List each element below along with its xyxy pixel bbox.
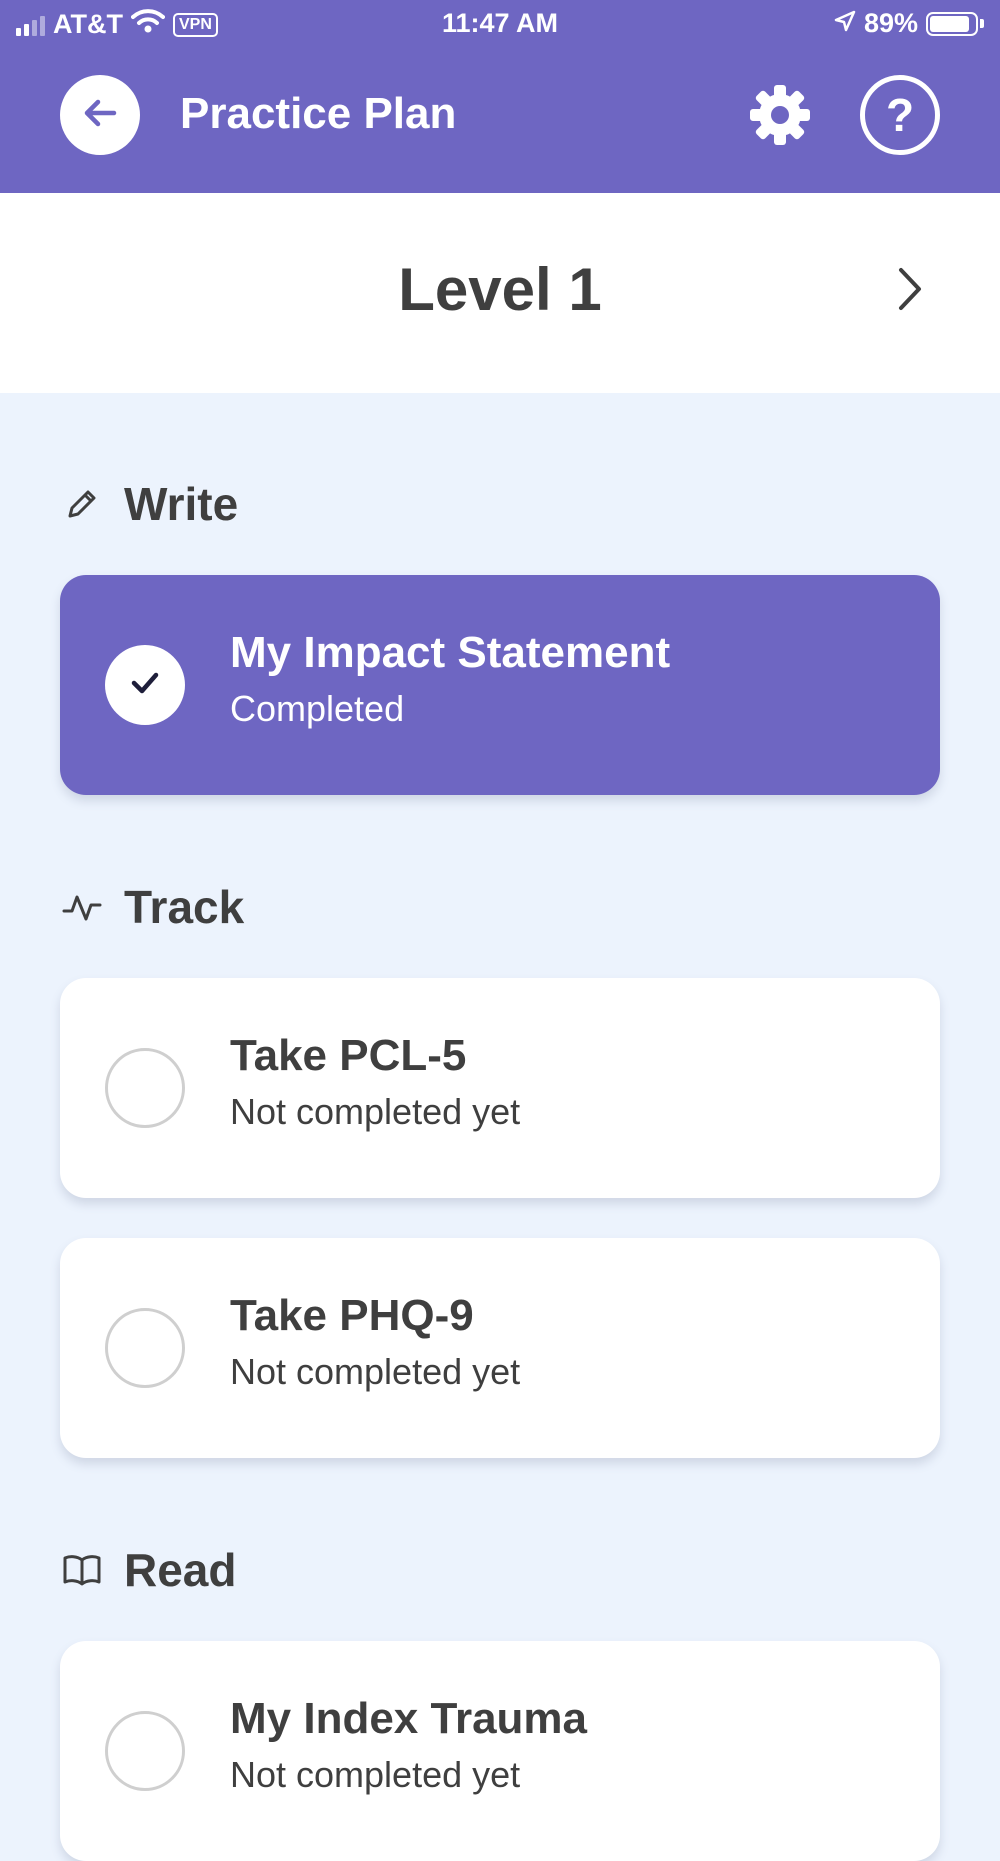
incomplete-circle xyxy=(105,1711,185,1791)
back-button[interactable] xyxy=(60,75,140,155)
task-card-take-pcl-5[interactable]: Take PCL-5 Not completed yet xyxy=(60,978,940,1198)
task-title: My Impact Statement xyxy=(230,628,671,677)
completed-check xyxy=(105,645,185,725)
section-title-track: Track xyxy=(124,881,245,933)
task-title: Take PHQ-9 xyxy=(230,1291,474,1340)
arrow-left-icon xyxy=(78,91,122,140)
checkmark-icon xyxy=(128,666,162,705)
task-status: Completed xyxy=(230,688,405,729)
task-card-take-phq-9[interactable]: Take PHQ-9 Not completed yet xyxy=(60,1238,940,1458)
task-card-my-impact-statement[interactable]: My Impact Statement Completed xyxy=(60,575,940,795)
section-read: Read xyxy=(62,1540,236,1600)
task-status: Not completed yet xyxy=(230,1351,521,1392)
task-card-my-index-trauma[interactable]: My Index Trauma Not completed yet xyxy=(60,1641,940,1861)
section-title-write: Write xyxy=(124,478,239,530)
level-selector: Level 1 xyxy=(0,193,1000,393)
help-button[interactable]: ? xyxy=(860,75,940,155)
book-icon xyxy=(62,1550,102,1590)
task-title: Take PCL-5 xyxy=(230,1031,467,1080)
location-arrow-icon xyxy=(834,8,856,39)
gear-icon xyxy=(747,82,813,153)
task-title: My Index Trauma xyxy=(230,1694,588,1743)
settings-button[interactable] xyxy=(746,83,814,151)
app-header: AT&T VPN 11:47 AM 89% Practice Plan ? xyxy=(0,0,1000,193)
status-right: 89% xyxy=(834,8,984,39)
battery-percent: 89% xyxy=(863,8,918,38)
help-icon: ? xyxy=(885,89,915,141)
level-title: Level 1 xyxy=(398,256,602,323)
pulse-icon xyxy=(62,887,102,927)
section-track: Track xyxy=(62,877,244,937)
section-title-read: Read xyxy=(124,1544,237,1596)
pencil-icon xyxy=(62,484,102,524)
page-title: Practice Plan xyxy=(180,89,457,138)
chevron-right-icon xyxy=(896,266,924,317)
task-status: Not completed yet xyxy=(230,1754,521,1795)
status-bar: AT&T VPN 11:47 AM 89% xyxy=(0,0,1000,50)
incomplete-circle xyxy=(105,1308,185,1388)
task-status: Not completed yet xyxy=(230,1091,521,1132)
battery-icon xyxy=(926,11,984,36)
incomplete-circle xyxy=(105,1048,185,1128)
section-write: Write xyxy=(62,474,238,534)
next-level-button[interactable] xyxy=(888,263,932,319)
